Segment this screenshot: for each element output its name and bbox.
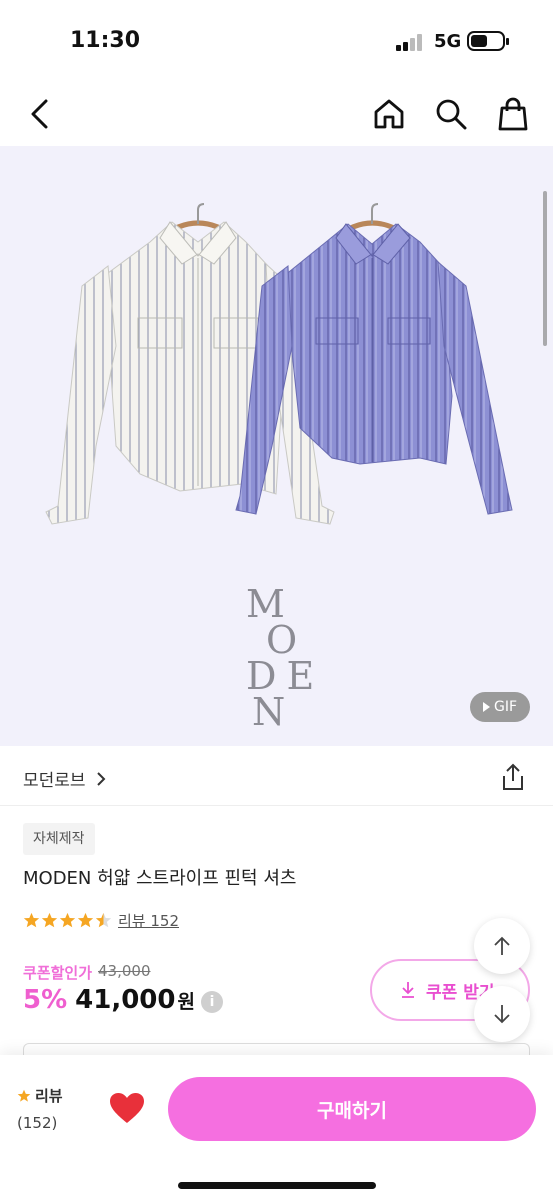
chevron-right-icon <box>96 771 105 786</box>
discount-percent: 5% <box>23 985 68 1015</box>
heart-icon[interactable] <box>108 1091 146 1125</box>
currency-unit: 원 <box>177 991 195 1013</box>
download-icon <box>402 982 414 998</box>
review-summary-label: 리뷰 <box>35 1087 63 1105</box>
arrow-down-icon <box>494 1005 510 1024</box>
star-icon <box>59 912 76 928</box>
star-icon <box>41 912 58 928</box>
brand-name: 모던로브 <box>23 771 86 791</box>
buy-button[interactable]: 구매하기 <box>168 1077 536 1141</box>
status-time: 11:30 <box>70 28 141 53</box>
bottom-purchase-bar: 리뷰 (152) 구매하기 <box>0 1055 553 1200</box>
review-summary[interactable]: 리뷰 (152) <box>17 1085 63 1132</box>
white-shirt <box>45 221 335 525</box>
star-icon <box>23 912 40 928</box>
brand-watermark: M O DE N <box>246 582 317 734</box>
info-icon[interactable]: i <box>201 991 223 1013</box>
half-star-icon <box>95 912 112 928</box>
star-icon <box>17 1089 31 1102</box>
arrow-up-icon <box>494 936 510 955</box>
rating-row[interactable]: 리뷰 152 <box>23 910 179 931</box>
original-price: 43,000 <box>98 962 151 980</box>
brand-row: 모던로브 <box>0 748 553 806</box>
network-type: 5G <box>434 31 462 52</box>
price-row: 5% 41,000 원 <box>23 985 195 1015</box>
product-image[interactable]: M O DE N GIF <box>0 146 553 746</box>
brand-link[interactable]: 모던로브 <box>23 766 106 791</box>
product-tag: 자체제작 <box>23 823 95 855</box>
scroll-bottom-button[interactable] <box>474 986 530 1042</box>
scroll-top-button[interactable] <box>474 918 530 974</box>
home-icon[interactable] <box>372 97 406 131</box>
sale-price: 41,000 <box>75 985 176 1015</box>
review-count-link[interactable]: 리뷰 152 <box>118 910 179 931</box>
gif-label: GIF <box>493 699 518 715</box>
top-nav <box>0 85 553 143</box>
coupon-price-label: 쿠폰할인가 43,000 <box>23 962 151 983</box>
battery-icon <box>467 31 509 51</box>
star-icon <box>77 912 94 928</box>
back-icon[interactable] <box>24 97 56 131</box>
home-indicator <box>178 1182 376 1189</box>
coupon-price-text: 쿠폰할인가 <box>23 964 93 982</box>
play-icon <box>482 702 490 712</box>
gif-badge[interactable]: GIF <box>470 692 530 722</box>
status-bar: 11:30 5G <box>0 0 553 80</box>
search-icon[interactable] <box>434 97 468 131</box>
signal-icon <box>396 33 426 51</box>
cart-bag-icon[interactable] <box>496 97 530 131</box>
image-scrollbar <box>543 191 547 346</box>
review-summary-count: (152) <box>17 1114 58 1132</box>
product-title: MODEN 허얇 스트라이프 핀턱 셔츠 <box>23 868 297 889</box>
share-icon[interactable] <box>499 762 527 792</box>
